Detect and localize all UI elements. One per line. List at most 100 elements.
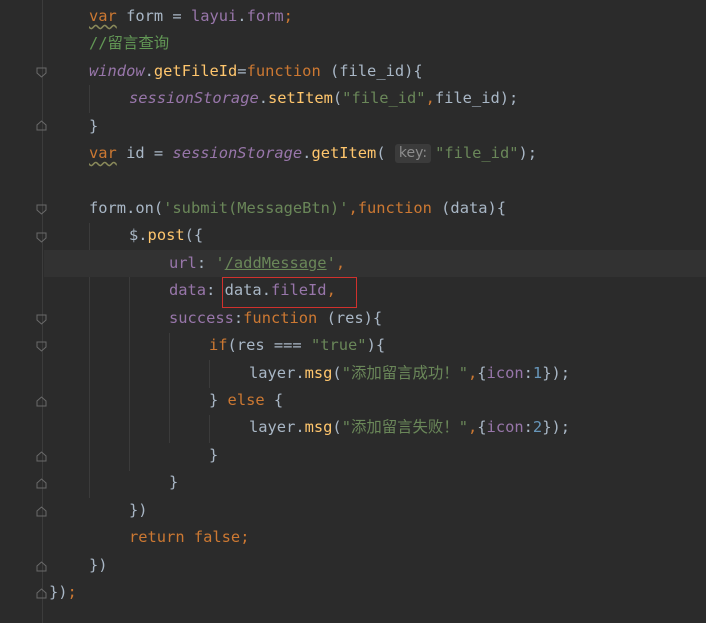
code-token: msg (304, 418, 333, 437)
code-token: return false (129, 528, 241, 547)
code-token: }) (129, 500, 148, 519)
code-token: layer. (249, 418, 305, 437)
code-token: 'submit(MessageBtn)' (163, 199, 349, 217)
code-token: { (477, 418, 487, 437)
code-token: form (246, 7, 284, 25)
gutter-divider (42, 0, 43, 623)
code-token: : (523, 418, 533, 437)
fold-close-icon[interactable] (36, 478, 47, 489)
code-token: . (144, 61, 154, 80)
code-editor[interactable]: var form = layui.form;//留言查询 window.getFi… (0, 0, 706, 623)
code-text: }); (49, 579, 77, 606)
code-token: ' (326, 253, 336, 272)
code-token: success (169, 308, 234, 327)
code-token: form = (116, 7, 191, 25)
fold-close-icon[interactable] (36, 506, 47, 517)
indent-guide (209, 360, 210, 388)
code-token: . (258, 89, 269, 108)
code-token: layer. (249, 363, 305, 382)
code-text: layer.msg("添加留言成功！",{icon:1}); (249, 360, 570, 387)
code-text: } (169, 469, 178, 496)
code-token: : (233, 308, 244, 327)
fold-close-icon[interactable] (36, 451, 47, 462)
code-token: else (227, 391, 265, 410)
code-token: "true" (310, 336, 367, 355)
code-token: }) (89, 555, 108, 574)
code-token: }); (542, 418, 570, 437)
code-token: (res){ (317, 308, 383, 327)
fold-open-icon[interactable] (36, 232, 47, 243)
code-token: : (196, 253, 216, 272)
code-token: 2 (532, 418, 543, 437)
code-token: . (237, 7, 247, 25)
code-text: sessionStorage.setItem("file_id",file_id… (129, 85, 518, 112)
code-line[interactable]: url: '/addMessage', (44, 249, 706, 278)
code-token: { (264, 391, 284, 410)
code-text: } else { (209, 387, 283, 414)
code-token: = (237, 61, 247, 80)
code-token: }) (49, 583, 68, 602)
fold-open-icon[interactable] (36, 341, 47, 352)
code-token: icon (486, 363, 524, 382)
code-token: }); (542, 363, 570, 382)
code-token: "添加留言成功！" (341, 363, 468, 382)
code-token: layui (190, 7, 238, 25)
code-text: }) (129, 497, 148, 524)
code-token: file_id); (434, 89, 519, 108)
code-token: ; (283, 7, 293, 25)
code-token: var (89, 7, 117, 25)
code-token: ){ (366, 336, 386, 355)
code-token: form.on( (89, 199, 164, 217)
code-token: ( (376, 144, 395, 163)
code-token: } (209, 391, 228, 410)
code-token: //留言查询 (89, 34, 170, 53)
code-token: "file_id" (435, 144, 519, 163)
code-text: }) (89, 552, 108, 579)
code-token: "添加留言失败！" (341, 418, 468, 437)
code-token: : (523, 363, 533, 382)
fold-open-icon[interactable] (36, 67, 47, 78)
code-token: getFileId (153, 61, 238, 80)
code-token: function (243, 308, 318, 327)
indent-guide (89, 85, 90, 113)
code-text: var id = sessionStorage.getItem( key: "fi… (89, 140, 537, 167)
code-token: "file_id" (342, 89, 426, 108)
code-token: (data){ (431, 199, 507, 217)
code-token: sessionStorage (129, 89, 259, 108)
code-token: setItem (268, 89, 333, 108)
code-text: layer.msg("添加留言失败！",{icon:2}); (249, 414, 570, 441)
fold-close-icon[interactable] (36, 588, 47, 599)
code-token: } (169, 473, 179, 492)
code-token: ' (215, 253, 225, 272)
code-token: ); (518, 144, 538, 163)
code-token: ( (332, 89, 343, 108)
indent-guide (169, 333, 170, 443)
code-token: { (477, 363, 487, 382)
fold-open-icon[interactable] (36, 314, 47, 325)
code-token: function (357, 199, 432, 217)
code-token: id = (116, 144, 173, 163)
code-text: $.post({ (129, 222, 203, 249)
code-text: if(res === "true"){ (209, 332, 385, 359)
code-token: $. (129, 226, 148, 245)
parameter-hint: key: (394, 144, 432, 164)
code-text: window.getFileId=function (file_id){ (89, 58, 423, 85)
code-token: , (335, 253, 346, 272)
code-token: , (348, 199, 358, 217)
fold-close-icon[interactable] (36, 120, 47, 131)
fold-close-icon[interactable] (36, 396, 47, 407)
code-token: window (89, 61, 145, 80)
fold-close-icon[interactable] (36, 561, 47, 572)
highlight-box (222, 277, 357, 308)
code-token: post (147, 226, 185, 245)
fold-open-icon[interactable] (36, 204, 47, 215)
code-token: if (209, 336, 228, 355)
indent-guide (129, 251, 130, 471)
code-token: ; (67, 583, 77, 602)
code-token: var (89, 144, 117, 163)
code-token: function (246, 61, 321, 80)
code-token: ({ (184, 226, 204, 245)
code-text: //留言查询 (89, 30, 169, 57)
indent-guide (209, 415, 210, 443)
code-token: sessionStorage (172, 144, 303, 163)
